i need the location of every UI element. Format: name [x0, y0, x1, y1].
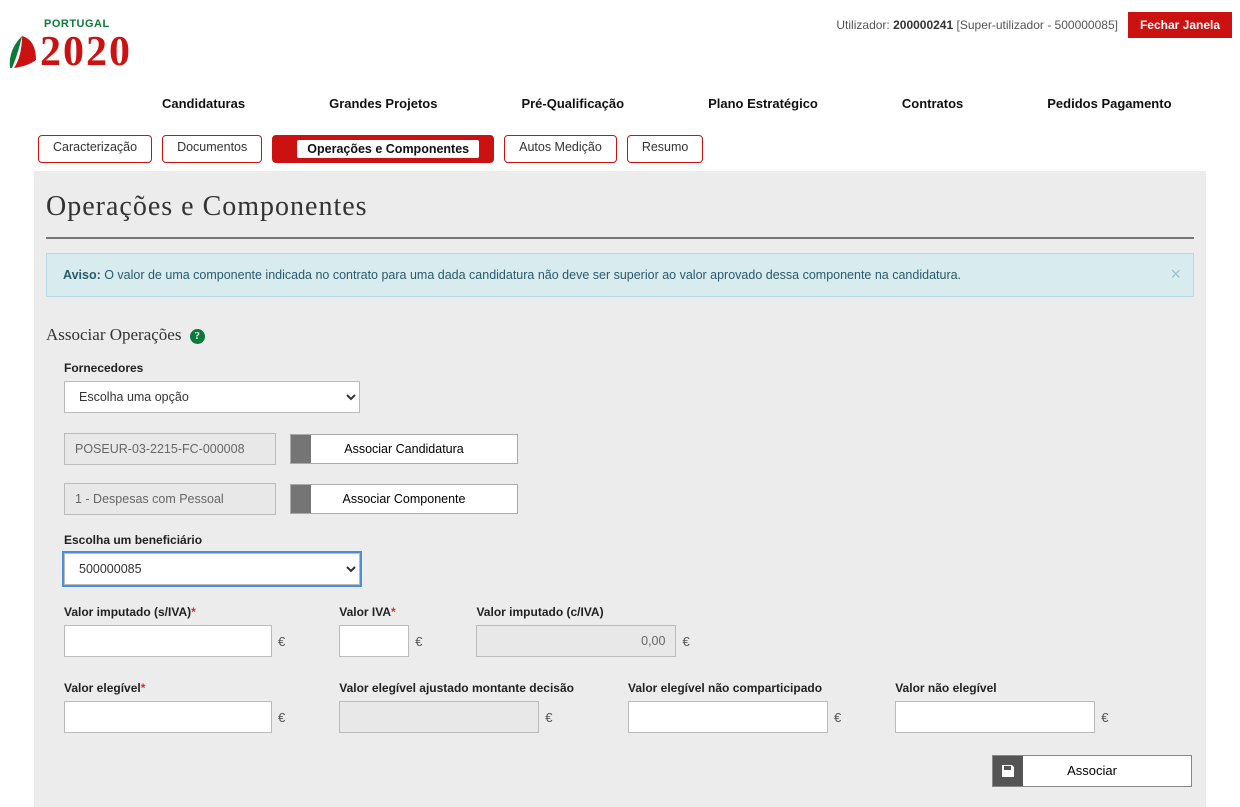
- user-id: 200000241: [893, 18, 953, 32]
- valor-elegivel-nao-comparticipado-label: Valor elegível não comparticipado: [628, 681, 841, 695]
- alert-prefix: Aviso:: [63, 268, 101, 282]
- tab-operacoes-componentes[interactable]: Operações e Componentes: [272, 135, 494, 163]
- main-nav: Candidaturas Grandes Projetos Pré-Qualif…: [0, 72, 1240, 121]
- alert-box: Aviso: O valor de uma componente indicad…: [46, 253, 1194, 297]
- currency-symbol: €: [1101, 710, 1108, 725]
- beneficiario-select[interactable]: 500000085: [64, 553, 360, 585]
- header-bar: PORTUGAL 2020 Utilizador: 200000241 [Sup…: [0, 0, 1240, 72]
- currency-symbol: €: [278, 634, 285, 649]
- currency-symbol: €: [834, 710, 841, 725]
- valor-imputado-siva-label: Valor imputado (s/IVA)*: [64, 605, 285, 619]
- tab-resumo[interactable]: Resumo: [627, 135, 704, 163]
- valor-elegivel-label: Valor elegível*: [64, 681, 285, 695]
- section-title-text: Associar Operações: [46, 325, 181, 344]
- valor-iva-label: Valor IVA*: [339, 605, 422, 619]
- valor-elegivel-nao-comparticipado-input[interactable]: [628, 701, 828, 733]
- save-icon: [993, 756, 1023, 786]
- valor-imputado-civa-label: Valor imputado (c/IVA): [476, 605, 689, 619]
- fornecedores-label: Fornecedores: [64, 361, 1194, 375]
- user-role: [Super-utilizador - 500000085]: [957, 18, 1118, 32]
- valor-imputado-civa-input: [476, 625, 676, 657]
- beneficiario-label: Escolha um beneficiário: [64, 533, 1194, 547]
- section-title: Associar Operações ?: [46, 325, 1194, 345]
- sub-tabs: Caracterização Documentos Operações e Co…: [0, 121, 1240, 171]
- tab-caracterizacao[interactable]: Caracterização: [38, 135, 152, 163]
- nav-grandes-projetos[interactable]: Grandes Projetos: [287, 96, 479, 111]
- associar-componente-button[interactable]: Associar Componente: [290, 484, 518, 514]
- alert-text: O valor de uma componente indicada no co…: [101, 268, 961, 282]
- tab-autos-medicao[interactable]: Autos Medição: [504, 135, 617, 163]
- logo: PORTUGAL 2020: [8, 12, 168, 72]
- logo-leaf-icon: [8, 30, 38, 70]
- page-title: Operações e Componentes: [46, 191, 1194, 223]
- nav-plano-estrategico[interactable]: Plano Estratégico: [666, 96, 860, 111]
- alert-close-button[interactable]: ×: [1170, 264, 1181, 285]
- valor-elegivel-ajustado-input: [339, 701, 539, 733]
- valor-elegivel-ajustado-label: Valor elegível ajustado montante decisão: [339, 681, 574, 695]
- close-window-button[interactable]: Fechar Janela: [1128, 12, 1232, 38]
- tab-documentos[interactable]: Documentos: [162, 135, 262, 163]
- fornecedores-select[interactable]: Escolha uma opção: [64, 381, 360, 413]
- currency-symbol: €: [278, 710, 285, 725]
- currency-symbol: €: [415, 634, 422, 649]
- associar-candidatura-button[interactable]: Associar Candidatura: [290, 434, 518, 464]
- user-bar: Utilizador: 200000241 [Super-utilizador …: [836, 12, 1232, 38]
- nav-candidaturas[interactable]: Candidaturas: [120, 96, 287, 111]
- user-label: Utilizador:: [836, 18, 889, 32]
- tab-operacoes-componentes-label: Operações e Componentes: [297, 140, 479, 158]
- componente-input: [64, 483, 276, 515]
- associar-button[interactable]: Associar: [992, 755, 1192, 787]
- help-icon[interactable]: ?: [190, 329, 205, 344]
- drag-handle-icon: [291, 485, 311, 513]
- divider: [46, 237, 1194, 239]
- nav-pre-qualificacao[interactable]: Pré-Qualificação: [479, 96, 666, 111]
- valor-imputado-siva-input[interactable]: [64, 625, 272, 657]
- associar-componente-label: Associar Componente: [291, 485, 517, 513]
- valor-elegivel-input[interactable]: [64, 701, 272, 733]
- nav-pedidos-pagamento[interactable]: Pedidos Pagamento: [1005, 96, 1213, 111]
- valor-nao-elegivel-label: Valor não elegível: [895, 681, 1108, 695]
- nav-contratos[interactable]: Contratos: [860, 96, 1005, 111]
- valor-iva-input[interactable]: [339, 625, 409, 657]
- currency-symbol: €: [545, 710, 552, 725]
- candidatura-input: [64, 433, 276, 465]
- valor-nao-elegivel-input[interactable]: [895, 701, 1095, 733]
- logo-text-big: 2020: [40, 28, 132, 76]
- drag-handle-icon: [291, 435, 311, 463]
- associar-candidatura-label: Associar Candidatura: [291, 435, 517, 463]
- currency-symbol: €: [682, 634, 689, 649]
